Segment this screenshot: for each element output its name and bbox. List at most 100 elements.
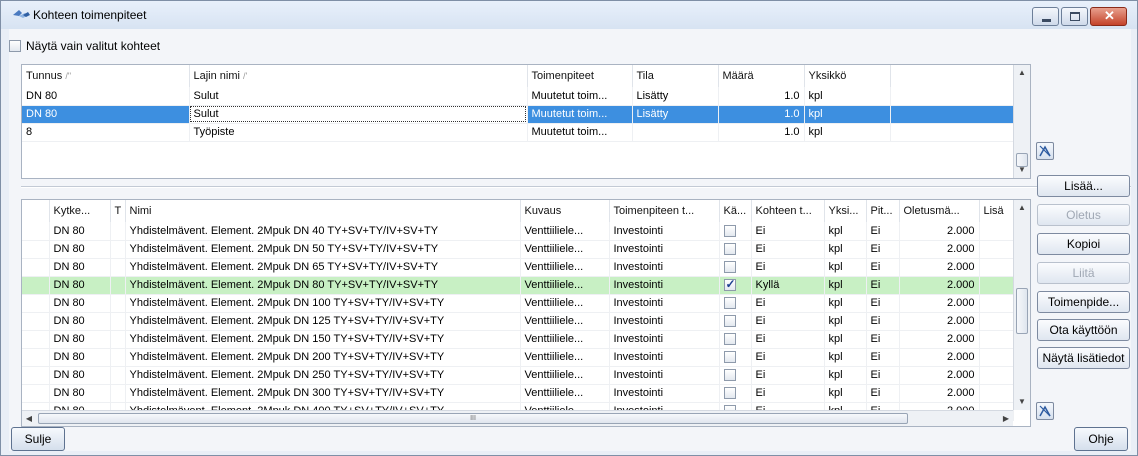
cell-lisa (979, 276, 1014, 295)
cell-ka (719, 276, 752, 295)
cell-kuvaus: Venttiiliele... (520, 276, 610, 295)
table-row[interactable]: DN 80 Yhdistelmävent. Element. 2Mpuk DN 6… (22, 258, 1014, 277)
horizontal-scroll-thumb[interactable]: III (38, 413, 908, 424)
table-row[interactable]: DN 80 Sulut Muutetut toim... Lisätty 1.0… (22, 87, 1014, 106)
col-header-maara[interactable]: Määrä (718, 65, 805, 87)
cell-kytke: DN 80 (49, 366, 111, 385)
scroll-up-icon[interactable]: ▲ (1014, 65, 1030, 81)
col-header-oletusma[interactable]: Oletusmä... (899, 200, 980, 222)
table-row[interactable]: DN 80 Yhdistelmävent. Element. 2Mpuk DN 1… (22, 294, 1014, 313)
maximize-button[interactable] (1061, 7, 1088, 26)
col-header-lajin-nimi[interactable]: Lajin nimi /' (189, 65, 528, 87)
cell-kuvaus: Venttiiliele... (520, 348, 610, 367)
close-button[interactable]: Sulje (11, 427, 65, 451)
cell-yksikko: kpl (804, 123, 891, 142)
table-row[interactable]: DN 80 Yhdistelmävent. Element. 2Mpuk DN 3… (22, 384, 1014, 403)
take-into-use-button[interactable]: Ota käyttöön (1037, 319, 1130, 341)
table-row[interactable]: 8 Työpiste Muutetut toim... 1.0 kpl (22, 123, 1014, 142)
add-button[interactable]: Lisää... (1037, 175, 1130, 197)
scroll-left-icon[interactable]: ◀ (22, 411, 36, 426)
help-button[interactable]: Ohje (1074, 427, 1128, 451)
cell-lajin-nimi: Sulut (189, 87, 528, 106)
cell-nimi: Yhdistelmävent. Element. 2Mpuk DN 150 TY… (125, 330, 521, 349)
cell-toimenpiteen-t: Investointi (609, 294, 720, 313)
col-header-yksi[interactable]: Yksi... (824, 200, 867, 222)
pane-splitter[interactable] (21, 186, 1131, 188)
table-row[interactable]: DN 80 Yhdistelmävent. Element. 2Mpuk DN 2… (22, 348, 1014, 367)
in-use-checkbox[interactable] (723, 387, 736, 400)
scroll-thumb[interactable] (1016, 288, 1028, 334)
action-button[interactable]: Toimenpide... (1037, 291, 1130, 313)
in-use-checkbox[interactable] (723, 224, 736, 237)
close-window-button[interactable]: ✕ (1090, 7, 1127, 26)
in-use-checkbox[interactable] (723, 297, 736, 310)
table-row[interactable]: DN 80 Yhdistelmävent. Element. 2Mpuk DN 1… (22, 312, 1014, 331)
cell-toimenpiteen-t: Investointi (609, 384, 720, 403)
column-chooser-icon[interactable] (1036, 142, 1054, 160)
column-chooser-icon[interactable] (1036, 402, 1054, 420)
row-header-cell (22, 240, 50, 259)
actions-header-row: Kytke... T Nimi Kuvaus Toimenpiteen t...… (22, 200, 1014, 222)
cell-nimi: Yhdistelmävent. Element. 2Mpuk DN 100 TY… (125, 294, 521, 313)
show-selected-only-checkbox[interactable] (9, 40, 21, 52)
table-row[interactable]: DN 80 Yhdistelmävent. Element. 2Mpuk DN 1… (22, 330, 1014, 349)
in-use-checkbox[interactable] (723, 261, 736, 274)
default-button[interactable]: Oletus (1037, 204, 1130, 226)
cell-nimi: Yhdistelmävent. Element. 2Mpuk DN 50 TY+… (125, 240, 521, 259)
actions-horizontal-scrollbar[interactable]: ◀ III ▶ (22, 410, 1013, 426)
cell-oletusma: 2.000 (899, 384, 980, 403)
paste-button[interactable]: Liitä (1037, 262, 1130, 284)
col-header-lisa[interactable]: Lisä (979, 200, 1014, 222)
in-use-checkbox[interactable] (723, 315, 736, 328)
copy-button[interactable]: Kopioi (1037, 233, 1130, 255)
table-row[interactable]: DN 80 Yhdistelmävent. Element. 2Mpuk DN 5… (22, 240, 1014, 259)
cell-oletusma: 2.000 (899, 330, 980, 349)
col-header-toimenpiteet[interactable]: Toimenpiteet (527, 65, 633, 87)
col-header-kytke[interactable]: Kytke... (49, 200, 111, 222)
scroll-right-icon[interactable]: ▶ (999, 411, 1013, 426)
in-use-checkbox[interactable] (723, 243, 736, 256)
table-row[interactable]: DN 80 Yhdistelmävent. Element. 2Mpuk DN 8… (22, 276, 1014, 295)
scroll-up-icon[interactable]: ▲ (1014, 200, 1030, 216)
cell-kohteen-t: Ei (751, 312, 825, 331)
table-row[interactable]: DN 80 Yhdistelmävent. Element. 2Mpuk DN 2… (22, 366, 1014, 385)
dialog-content: Näytä vain valitut kohteet Tunnus /" Laj… (9, 29, 1131, 451)
show-details-button[interactable]: Näytä lisätiedot (1037, 347, 1130, 369)
cell-tunnus: DN 80 (22, 105, 190, 124)
col-header-nimi[interactable]: Nimi (125, 200, 521, 222)
col-header-tunnus[interactable]: Tunnus /" (22, 65, 190, 87)
col-header-pit[interactable]: Pit... (866, 200, 900, 222)
minimize-button[interactable] (1032, 7, 1059, 26)
window-title: Kohteen toimenpiteet (33, 8, 147, 22)
in-use-checkbox[interactable] (723, 277, 736, 292)
cell-oletusma: 2.000 (899, 240, 980, 259)
row-header-corner (22, 200, 50, 222)
cell-oletusma: 2.000 (899, 258, 980, 277)
cell-ka (719, 240, 752, 259)
maximize-icon (1070, 12, 1080, 21)
cell-oletusma: 2.000 (899, 348, 980, 367)
col-header-ka[interactable]: Kä... (719, 200, 752, 222)
col-header-yksikko[interactable]: Yksikkö (804, 65, 891, 87)
cell-kohteen-t: Ei (751, 222, 825, 241)
in-use-checkbox[interactable] (723, 351, 736, 364)
table-row-selected[interactable]: DN 80 Sulut Muutetut toim... Lisätty 1.0… (22, 105, 1014, 124)
scroll-down-icon[interactable]: ▼ (1014, 394, 1030, 410)
col-header-kohteen-t[interactable]: Kohteen t... (751, 200, 825, 222)
table-row[interactable]: DN 80 Yhdistelmävent. Element. 2Mpuk DN 4… (22, 222, 1014, 241)
col-header-t[interactable]: T (110, 200, 126, 222)
cell-ka (719, 294, 752, 313)
objects-vertical-scrollbar[interactable]: ▲ ▼ (1013, 65, 1030, 178)
in-use-checkbox[interactable] (723, 369, 736, 382)
cell-yksi: kpl (824, 384, 867, 403)
scroll-down-icon[interactable]: ▼ (1014, 162, 1030, 178)
in-use-checkbox[interactable] (723, 333, 736, 346)
col-header-kuvaus[interactable]: Kuvaus (520, 200, 610, 222)
cell-kohteen-t: Ei (751, 258, 825, 277)
cell-yksi: kpl (824, 294, 867, 313)
cell-maara: 1.0 (718, 87, 805, 106)
actions-vertical-scrollbar[interactable]: ▲ ▼ (1013, 200, 1030, 410)
col-header-toimenpiteen-t[interactable]: Toimenpiteen t... (609, 200, 720, 222)
col-header-tila[interactable]: Tila (632, 65, 719, 87)
cell-kohteen-t: Ei (751, 240, 825, 259)
